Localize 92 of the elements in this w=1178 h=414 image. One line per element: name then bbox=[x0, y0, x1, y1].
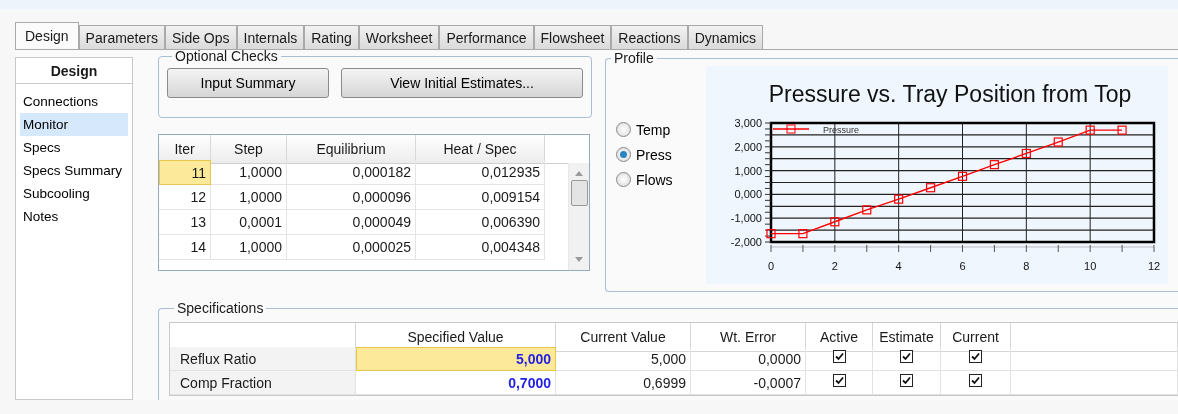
table-cell: -0,0007 bbox=[691, 371, 806, 395]
table-cell: 5,000 bbox=[556, 347, 691, 371]
tab[interactable]: Performance bbox=[439, 25, 534, 49]
group-title: Specifications bbox=[176, 300, 265, 316]
tab[interactable]: Side Ops bbox=[164, 25, 237, 49]
row-label: Reflux Ratio bbox=[170, 347, 356, 371]
tab[interactable]: Dynamics bbox=[687, 25, 764, 49]
table-cell: 1,0000 bbox=[211, 185, 287, 210]
radio-button[interactable]: Flows bbox=[616, 171, 706, 188]
row-label: Comp Fraction bbox=[170, 371, 356, 395]
axis-label: 2,000 bbox=[734, 140, 762, 153]
table-cell: 0,009154 bbox=[416, 185, 545, 210]
table-cell: 0,000096 bbox=[287, 185, 416, 210]
radio-button[interactable]: Temp bbox=[616, 121, 706, 138]
axis-label: 2 bbox=[831, 260, 838, 272]
group-title: Optional Checks bbox=[174, 48, 279, 64]
axis-label: 0 bbox=[767, 260, 775, 272]
column-header: Current bbox=[941, 323, 1011, 352]
axis-label: 10 bbox=[1084, 260, 1097, 272]
data-point bbox=[1085, 125, 1095, 135]
axis-label: 8 bbox=[1023, 260, 1030, 272]
data-point bbox=[798, 229, 808, 239]
column-header: Heat / Spec bbox=[416, 135, 545, 164]
table-cell: 0,000182 bbox=[287, 160, 416, 185]
table-cell: 12 bbox=[159, 185, 211, 210]
axis-label: 3,000 bbox=[734, 117, 762, 129]
data-point bbox=[989, 160, 999, 170]
column-header: Step bbox=[211, 135, 287, 164]
table-cell: 0,0001 bbox=[211, 210, 287, 235]
tab[interactable]: Design bbox=[15, 22, 79, 49]
sidebar-title: Design bbox=[15, 57, 133, 83]
data-point bbox=[1021, 148, 1031, 159]
sidebar-item[interactable]: Notes bbox=[20, 205, 128, 228]
data-point bbox=[862, 205, 872, 215]
column-header: Current Value bbox=[556, 323, 691, 352]
scrollbar[interactable] bbox=[568, 163, 589, 270]
axis-label: 4 bbox=[895, 260, 902, 272]
checkbox[interactable] bbox=[969, 374, 982, 387]
checkbox[interactable] bbox=[832, 350, 846, 363]
data-point bbox=[894, 194, 904, 204]
axis-label: -2,000 bbox=[730, 236, 762, 248]
tab[interactable]: Rating bbox=[304, 25, 359, 49]
input-summary-button[interactable]: Input Summary bbox=[167, 68, 329, 98]
chart-title: Pressure vs. Tray Position from Top bbox=[768, 81, 1132, 107]
table-cell: 0,006390 bbox=[416, 210, 545, 235]
data-point bbox=[1053, 137, 1063, 147]
tab[interactable]: Reactions bbox=[611, 25, 688, 49]
sidebar-item[interactable]: Monitor bbox=[20, 113, 128, 136]
sidebar-item[interactable]: Connections bbox=[20, 90, 128, 113]
table-cell: 0,000049 bbox=[287, 210, 416, 235]
column-header: Active bbox=[806, 323, 873, 352]
view-estimates-button[interactable]: View Initial Estimates... bbox=[341, 68, 583, 98]
column-header: Equilibrium bbox=[287, 135, 416, 164]
table-cell: 1,0000 bbox=[211, 160, 287, 185]
table-cell: 0,004348 bbox=[416, 235, 545, 260]
checkbox[interactable] bbox=[969, 350, 982, 363]
data-point bbox=[830, 217, 840, 227]
axis-label: 12 bbox=[1147, 260, 1161, 272]
data-point bbox=[926, 183, 936, 193]
table-cell: 5,000 bbox=[356, 347, 556, 371]
checkbox[interactable] bbox=[900, 374, 913, 387]
checkbox[interactable] bbox=[900, 350, 913, 363]
table-cell: 14 bbox=[159, 235, 211, 260]
table-cell: 0,6999 bbox=[556, 371, 691, 395]
tab[interactable]: Parameters bbox=[78, 25, 165, 49]
radio-button[interactable]: Press bbox=[616, 146, 706, 163]
sidebar-item[interactable]: Specs Summary bbox=[20, 159, 128, 182]
data-point bbox=[957, 171, 968, 181]
axis-label: -1,000 bbox=[730, 212, 762, 225]
group-title: Profile bbox=[613, 50, 655, 66]
tab[interactable]: Internals bbox=[236, 25, 305, 49]
table-cell: 0,012935 bbox=[416, 160, 545, 185]
axis-label: 1,000 bbox=[734, 164, 762, 177]
table-cell: 0,000025 bbox=[287, 235, 416, 260]
sidebar-item[interactable]: Subcooling bbox=[20, 182, 128, 205]
table-cell: 11 bbox=[159, 160, 211, 185]
axis-label: 0,000 bbox=[734, 188, 762, 201]
column-header: Wt. Error bbox=[691, 323, 806, 352]
tab[interactable]: Worksheet bbox=[358, 25, 440, 49]
tab[interactable]: Flowsheet bbox=[533, 25, 612, 49]
column-header: Estimate bbox=[873, 323, 941, 352]
table-cell: 1,0000 bbox=[211, 235, 287, 260]
table-cell: 0,7000 bbox=[356, 371, 556, 395]
sidebar-item[interactable]: Specs bbox=[20, 136, 128, 159]
data-point bbox=[766, 229, 776, 239]
table-cell: 0,0000 bbox=[691, 347, 806, 371]
data-point bbox=[1117, 125, 1127, 135]
checkbox[interactable] bbox=[832, 374, 846, 387]
table-cell: 13 bbox=[159, 210, 211, 235]
legend-key-icon bbox=[772, 124, 810, 134]
axis-label: 6 bbox=[959, 260, 966, 272]
scrollbar-thumb[interactable] bbox=[570, 180, 588, 206]
